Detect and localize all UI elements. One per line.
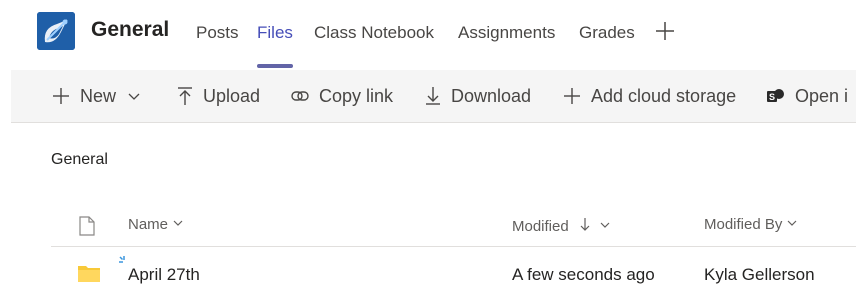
add-cloud-storage-label: Add cloud storage — [591, 85, 737, 106]
chevron-down-icon — [126, 88, 142, 104]
chevron-down-icon — [168, 216, 184, 233]
sort-descending-icon — [575, 216, 591, 236]
column-modified-by-label: Modified By — [704, 216, 783, 233]
open-label: Open i — [795, 85, 849, 106]
sharepoint-icon: S — [766, 86, 786, 106]
upload-icon — [176, 86, 194, 106]
column-name-label: Name — [128, 216, 169, 233]
modified-value: A few seconds ago — [512, 265, 655, 284]
chevron-down-icon — [595, 218, 611, 235]
new-button[interactable]: New — [51, 84, 142, 108]
files-view: General Posts Files Class Notebook Assig… — [11, 0, 856, 301]
tab-assignments[interactable]: Assignments — [458, 23, 555, 43]
svg-text:S: S — [769, 92, 775, 102]
plus-icon — [562, 86, 582, 106]
folder-icon — [77, 263, 101, 288]
file-type-column-icon[interactable] — [79, 216, 95, 241]
upload-label: Upload — [203, 85, 261, 106]
files-toolbar: New Upload Copy link Download Add cloud … — [11, 70, 856, 123]
add-tab-icon[interactable] — [653, 19, 677, 43]
column-header-name[interactable]: Name — [128, 216, 184, 233]
column-header-modified-by[interactable]: Modified By — [704, 216, 798, 233]
modified-by-value[interactable]: Kyla Gellerson — [704, 265, 815, 285]
team-name[interactable]: General — [91, 18, 169, 42]
new-label: New — [80, 85, 117, 106]
column-modified-label: Modified — [512, 217, 569, 235]
chevron-down-icon — [782, 216, 798, 233]
add-cloud-storage-button[interactable]: Add cloud storage — [562, 84, 736, 108]
tab-grades[interactable]: Grades — [579, 23, 635, 43]
upload-button[interactable]: Upload — [176, 84, 260, 108]
download-button[interactable]: Download — [424, 84, 531, 108]
link-icon — [290, 86, 310, 106]
file-name[interactable]: April 27th — [128, 265, 200, 285]
breadcrumb[interactable]: General — [51, 151, 108, 169]
download-icon — [424, 86, 442, 106]
tab-files[interactable]: Files — [257, 23, 293, 43]
channel-header: General Posts Files Class Notebook Assig… — [11, 0, 856, 70]
header-divider — [51, 246, 856, 247]
team-logo-icon[interactable] — [37, 12, 75, 50]
copy-link-button[interactable]: Copy link — [290, 84, 393, 108]
tab-posts[interactable]: Posts — [196, 23, 239, 43]
copy-link-label: Copy link — [319, 85, 394, 106]
open-in-sharepoint-button[interactable]: S Open i — [766, 84, 848, 108]
active-tab-indicator — [257, 64, 293, 68]
download-label: Download — [451, 85, 532, 106]
plus-icon — [51, 86, 71, 106]
column-header-modified[interactable]: Modified — [512, 216, 611, 236]
tab-class-notebook[interactable]: Class Notebook — [314, 23, 434, 43]
